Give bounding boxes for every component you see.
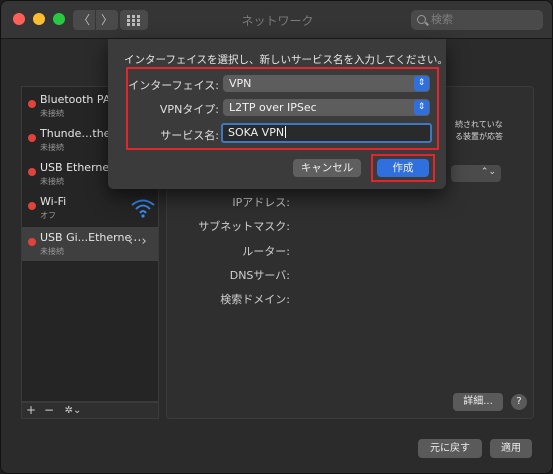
service-status: 未接続	[40, 177, 64, 186]
new-service-sheet: インターフェイスを選択し、新しいサービス名を入力してください。 インターフェイス…	[108, 39, 448, 189]
router-label: ルーター:	[242, 245, 290, 258]
interface-popup[interactable]: VPN ⇕	[223, 75, 430, 92]
service-status: 未接続	[40, 247, 64, 256]
vpn-type-label: VPNタイプ:	[159, 103, 219, 116]
interface-value: VPN	[229, 77, 252, 90]
search-placeholder: 検索	[431, 13, 453, 26]
interface-label: インターフェイス:	[128, 79, 219, 92]
service-name-label: サービス名:	[160, 129, 219, 142]
service-status: オフ	[40, 211, 56, 220]
cancel-button[interactable]: キャンセル	[293, 159, 361, 177]
revert-button[interactable]: 元に戻す	[418, 439, 482, 458]
chevron-updown-icon: ⇕	[414, 76, 429, 91]
status-description-line: 続されていな	[455, 120, 503, 129]
wifi-icon	[131, 199, 155, 218]
remove-service-button[interactable]: −	[42, 403, 56, 418]
text-caret	[285, 126, 287, 138]
service-name: USB Gi...Ethernet	[40, 231, 132, 244]
search-icon	[417, 15, 426, 24]
chevron-updown-icon: ⌃⌄	[480, 167, 496, 177]
service-list-toolbar: + − ✲⌄	[21, 402, 159, 419]
lan-icon: ‹··›	[128, 234, 147, 249]
service-item-wifi[interactable]: Wi-Fi オフ	[22, 191, 158, 225]
add-service-button[interactable]: +	[24, 403, 38, 418]
status-dot	[28, 168, 36, 176]
create-button[interactable]: 作成	[377, 159, 429, 177]
ip-address-label: IPアドレス:	[232, 196, 290, 209]
status-dot	[28, 134, 36, 142]
configure-ipv4-popup[interactable]: ⌃⌄	[451, 165, 501, 182]
search-field[interactable]: 検索	[411, 10, 543, 30]
service-name: Wi-Fi	[40, 195, 67, 208]
gear-menu-button[interactable]: ✲⌄	[60, 403, 86, 418]
chevron-updown-icon: ⇕	[414, 100, 429, 115]
search-domain-label: 検索ドメイン:	[220, 293, 290, 306]
vpn-type-value: L2TP over IPSec	[229, 101, 317, 114]
status-dot	[28, 100, 36, 108]
service-name-field[interactable]: SOKA VPN	[221, 123, 432, 143]
service-status: 未接続	[40, 143, 64, 152]
vpn-type-popup[interactable]: L2TP over IPSec ⇕	[223, 99, 430, 116]
sheet-prompt: インターフェイスを選択し、新しいサービス名を入力してください。	[124, 54, 448, 66]
network-preferences-window: 〈 〉 ネットワーク 検索 Bluetooth PAN 未接続 Thunde…t…	[0, 0, 553, 474]
status-dot	[28, 202, 36, 210]
apply-button[interactable]: 適用	[490, 439, 532, 458]
help-button[interactable]: ?	[511, 394, 527, 410]
service-status: 未接続	[40, 109, 64, 118]
dns-server-label: DNSサーバ:	[229, 269, 290, 282]
advanced-button[interactable]: 詳細...	[453, 393, 503, 411]
status-description-line: る装置が応答	[455, 132, 503, 141]
service-name-value: SOKA VPN	[228, 126, 285, 139]
status-dot	[28, 238, 36, 246]
service-item-usb-gigabit-ethernet[interactable]: USB Gi...Ethernet 未接続 ‹··›	[22, 227, 158, 261]
subnet-mask-label: サブネットマスク:	[198, 220, 290, 233]
title-bar: 〈 〉 ネットワーク 検索	[1, 1, 552, 39]
